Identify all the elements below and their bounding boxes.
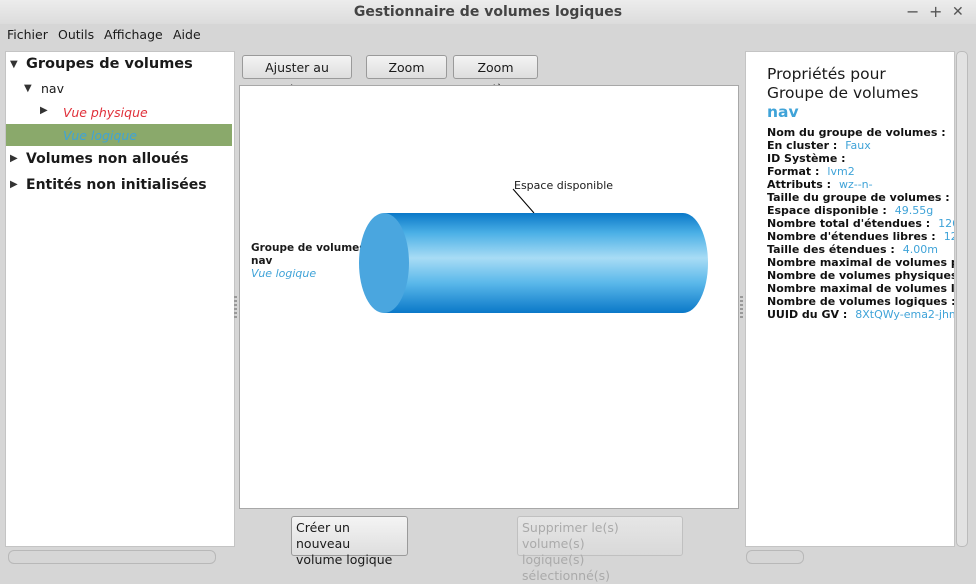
properties-hscrollbar[interactable] bbox=[746, 550, 804, 564]
prop-system-id: ID Système : bbox=[767, 152, 854, 165]
prop-pv-count: Nombre de volumes physiques : bbox=[767, 269, 955, 282]
tree-item-unallocated[interactable]: ▶ Volumes non alloués bbox=[6, 148, 232, 170]
prop-key: Nombre de volumes logiques : bbox=[767, 295, 955, 308]
prop-value: Faux bbox=[845, 139, 871, 152]
tree-item-physical-view[interactable]: ▶ Vue physique bbox=[6, 101, 232, 123]
prop-key: ID Système : bbox=[767, 152, 846, 165]
cylinder-cap bbox=[359, 213, 409, 313]
prop-extent-size: Taille des étendues : 4.00m bbox=[767, 243, 938, 256]
tree-label: Vue logique bbox=[63, 128, 137, 143]
prop-key: Taille des étendues : bbox=[767, 243, 895, 256]
minimize-icon[interactable]: − bbox=[906, 2, 919, 21]
prop-value: 4.00m bbox=[902, 243, 938, 256]
prop-key: Nombre de volumes physiques : bbox=[767, 269, 955, 282]
menu-aide[interactable]: Aide bbox=[173, 27, 201, 42]
pane-splitter-left[interactable] bbox=[234, 296, 237, 320]
properties-vscrollbar[interactable] bbox=[956, 51, 968, 547]
prop-key: Nombre maximal de volumes lo bbox=[767, 282, 955, 295]
prop-value: wz--n- bbox=[838, 178, 873, 191]
zoom-out-button[interactable]: Zoom arrière bbox=[453, 55, 538, 97]
prop-vg-size: Taille du groupe de volumes : bbox=[767, 191, 954, 204]
tree-label: nav bbox=[41, 81, 64, 96]
tree-item-uninitialized[interactable]: ▶ Entités non initialisées bbox=[6, 174, 232, 196]
diagram-canvas: Groupe de volumes nav Vue logique Espace… bbox=[239, 85, 739, 509]
prop-vg-name: Nom du groupe de volumes : n bbox=[767, 126, 955, 139]
prop-key: Nom du groupe de volumes : bbox=[767, 126, 946, 139]
tree-label: Volumes non alloués bbox=[26, 151, 189, 167]
delete-volume-button[interactable]: Supprimer le(s) volume(s) logique(s) sél… bbox=[517, 516, 683, 583]
prop-key: Nombre total d'étendues : bbox=[767, 217, 931, 230]
menu-bar: Fichier Outils Affichage Aide bbox=[0, 24, 976, 45]
fit-button[interactable]: Ajuster au mieux bbox=[242, 55, 352, 97]
delete-label-line2: logique(s) sélectionné(s) bbox=[522, 552, 611, 583]
tree-label: Vue physique bbox=[63, 105, 148, 120]
prop-value: 8XtQWy-ema2-jhm bbox=[855, 308, 955, 321]
tree-item-nav[interactable]: ▼ nav bbox=[6, 78, 232, 100]
properties-header-name: nav bbox=[767, 103, 799, 121]
expanded-arrow-icon[interactable]: ▼ bbox=[10, 59, 18, 70]
prop-key: Taille du groupe de volumes : bbox=[767, 191, 950, 204]
collapsed-arrow-icon[interactable]: ▶ bbox=[10, 153, 18, 164]
menu-fichier[interactable]: Fichier bbox=[7, 27, 48, 42]
menu-outils[interactable]: Outils bbox=[58, 27, 94, 42]
cylinder-body bbox=[384, 213, 708, 313]
zoom-in-button[interactable]: Zoom avant bbox=[366, 55, 447, 97]
volume-cylinder[interactable] bbox=[240, 86, 738, 508]
prop-max-pv: Nombre maximal de volumes ph bbox=[767, 256, 955, 269]
prop-key: Format : bbox=[767, 165, 820, 178]
label-leader-line bbox=[512, 188, 535, 214]
collapsed-arrow-icon[interactable]: ▶ bbox=[40, 105, 48, 116]
properties-header-line1: Propriétés pour bbox=[767, 65, 886, 83]
prop-key: Nombre maximal de volumes ph bbox=[767, 256, 955, 269]
prop-key: UUID du GV : bbox=[767, 308, 848, 321]
prop-free-space: Espace disponible : 49.55g bbox=[767, 204, 933, 217]
title-bar: Gestionnaire de volumes logiques − + ✕ bbox=[0, 0, 976, 25]
prop-format: Format : lvm2 bbox=[767, 165, 855, 178]
menu-affichage[interactable]: Affichage bbox=[104, 27, 163, 42]
properties-header-line2: Groupe de volumes bbox=[767, 84, 919, 102]
prop-key: Nombre d'étendues libres : bbox=[767, 230, 936, 243]
prop-value: 49.55g bbox=[894, 204, 934, 217]
prop-value: 126 bbox=[938, 217, 954, 230]
delete-label-line1: Supprimer le(s) volume(s) bbox=[522, 520, 619, 551]
tree-label: Groupes de volumes bbox=[26, 56, 193, 72]
create-volume-button[interactable]: Créer un nouveau volume logique bbox=[291, 516, 408, 567]
prop-lv-count: Nombre de volumes logiques : bbox=[767, 295, 955, 308]
prop-key: En cluster : bbox=[767, 139, 838, 152]
prop-max-lv: Nombre maximal de volumes lo bbox=[767, 282, 955, 295]
tree-label: Entités non initialisées bbox=[26, 177, 207, 193]
collapsed-arrow-icon[interactable]: ▶ bbox=[10, 179, 18, 190]
sidebar-hscrollbar[interactable] bbox=[8, 550, 216, 564]
prop-clustered: En cluster : Faux bbox=[767, 139, 871, 152]
prop-total-extents: Nombre total d'étendues : 126 bbox=[767, 217, 954, 230]
prop-value: n bbox=[954, 126, 955, 139]
prop-key: Attributs : bbox=[767, 178, 831, 191]
prop-value: 12 bbox=[943, 230, 954, 243]
pane-splitter-right[interactable] bbox=[740, 296, 743, 320]
properties-panel: Propriétés pour Groupe de volumes nav No… bbox=[745, 51, 955, 547]
prop-key: Espace disponible : bbox=[767, 204, 887, 217]
window-title: Gestionnaire de volumes logiques bbox=[353, 4, 623, 20]
maximize-icon[interactable]: + bbox=[929, 2, 942, 21]
create-label-line2: volume logique bbox=[296, 552, 393, 567]
close-icon[interactable]: ✕ bbox=[952, 4, 964, 20]
prop-attributes: Attributs : wz--n- bbox=[767, 178, 873, 191]
prop-value: lvm2 bbox=[827, 165, 855, 178]
tree-item-logical-view[interactable]: Vue logique bbox=[6, 124, 232, 146]
prop-vg-uuid: UUID du GV : 8XtQWy-ema2-jhm bbox=[767, 308, 955, 321]
prop-free-extents: Nombre d'étendues libres : 12 bbox=[767, 230, 954, 243]
expanded-arrow-icon[interactable]: ▼ bbox=[24, 83, 32, 94]
volume-tree: ▼ Groupes de volumes ▼ nav ▶ Vue physiqu… bbox=[5, 51, 235, 547]
create-label-line1: Créer un nouveau bbox=[296, 520, 351, 551]
tree-item-volume-groups[interactable]: ▼ Groupes de volumes bbox=[6, 54, 232, 76]
